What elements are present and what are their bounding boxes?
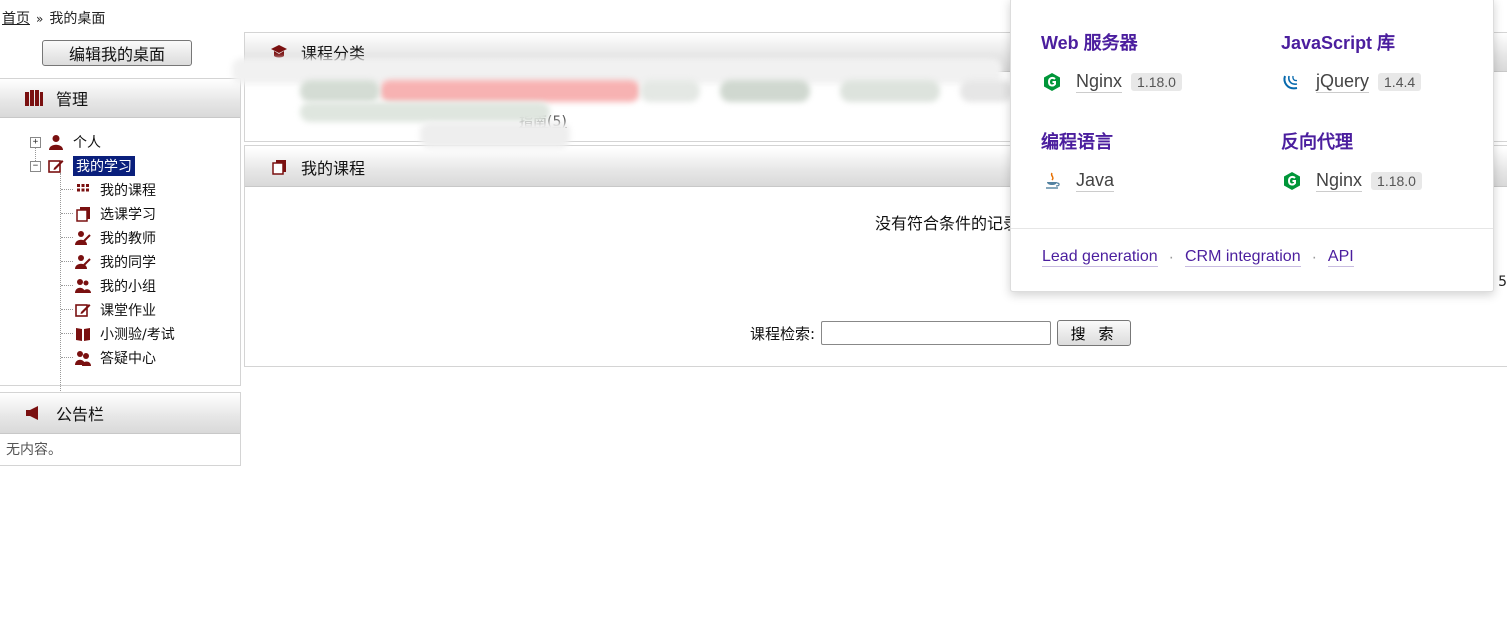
tree-item-label: 我的学习 bbox=[73, 156, 135, 176]
popover-footer-links: Lead generation · CRM integration · API bbox=[1042, 248, 1354, 267]
breadcrumb-current: 我的桌面 bbox=[49, 11, 106, 27]
tree-item-classwork[interactable]: 课堂作业 bbox=[74, 299, 156, 321]
tree-item-my-courses[interactable]: 我的课程 bbox=[74, 179, 156, 201]
collapse-icon[interactable]: − bbox=[30, 160, 41, 172]
notice-empty-text: 无内容。 bbox=[6, 442, 62, 458]
breadcrumb-separator: » bbox=[36, 12, 44, 26]
tech-category-link[interactable]: Web 服务器 bbox=[1041, 33, 1138, 53]
person-icon bbox=[47, 133, 65, 151]
crm-integration-link[interactable]: CRM integration bbox=[1184, 248, 1301, 267]
link-separator: · bbox=[1311, 248, 1317, 266]
breadcrumb-home-link[interactable]: 首页 bbox=[2, 11, 30, 27]
nginx-icon bbox=[1041, 71, 1063, 93]
manage-panel-title: 管理 bbox=[56, 90, 89, 109]
course-search-label: 课程检索: bbox=[750, 324, 816, 343]
course-search-row: 课程检索: 搜 索 bbox=[750, 320, 1132, 346]
tech-name-link[interactable]: jQuery bbox=[1316, 71, 1370, 93]
tech-item[interactable]: Java bbox=[1041, 170, 1261, 192]
tree-item-label: 答疑中心 bbox=[100, 351, 156, 367]
version-badge: 1.18.0 bbox=[1131, 73, 1182, 91]
course-search-input[interactable] bbox=[821, 321, 1052, 345]
books-icon bbox=[74, 205, 92, 223]
books-icon bbox=[24, 89, 44, 107]
tree-item-label: 我的小组 bbox=[100, 279, 156, 295]
tech-item[interactable]: Nginx 1.18.0 bbox=[1281, 170, 1501, 192]
teacher-icon bbox=[74, 229, 92, 247]
tree-item-personal[interactable]: + 个人 bbox=[30, 131, 101, 153]
version-badge: 1.4.4 bbox=[1378, 73, 1422, 91]
grid-icon bbox=[74, 181, 92, 199]
tree-item-label: 选课学习 bbox=[100, 207, 156, 223]
expand-icon[interactable]: + bbox=[30, 136, 41, 148]
jquery-icon bbox=[1281, 71, 1303, 93]
search-button[interactable]: 搜 索 bbox=[1057, 320, 1132, 346]
breadcrumb: 首页 » 我的桌面 bbox=[2, 8, 105, 28]
tree-item-my-study[interactable]: − 我的学习 bbox=[30, 155, 135, 177]
tech-stack-popover: Web 服务器 Nginx 1.18.0 JavaScript 库 jQuery… bbox=[1010, 0, 1494, 292]
edit-icon bbox=[47, 157, 65, 175]
tech-group-language: 编程语言 Java bbox=[1041, 128, 1261, 192]
tech-category-link[interactable]: 编程语言 bbox=[1041, 132, 1113, 152]
notice-panel: 公告栏 无内容。 bbox=[0, 392, 241, 466]
link-separator: · bbox=[1168, 248, 1174, 266]
tree-item-course-selection[interactable]: 选课学习 bbox=[74, 203, 156, 225]
tech-name-link[interactable]: Nginx bbox=[1076, 71, 1123, 93]
tech-group-js-library: JavaScript 库 jQuery 1.4.4 bbox=[1281, 29, 1501, 93]
books-icon bbox=[269, 158, 289, 176]
tree-item-label: 我的同学 bbox=[100, 255, 156, 271]
notice-panel-header: 公告栏 bbox=[0, 393, 240, 434]
course-category-link[interactable]: 指南(5) bbox=[519, 111, 567, 131]
manage-panel-header: 管理 bbox=[0, 79, 240, 118]
classmate-icon bbox=[74, 253, 92, 271]
tech-item[interactable]: jQuery 1.4.4 bbox=[1281, 71, 1501, 93]
tech-category-link[interactable]: 反向代理 bbox=[1281, 132, 1353, 152]
record-count-fragment: 5 bbox=[1498, 274, 1507, 290]
version-badge: 1.18.0 bbox=[1371, 172, 1422, 190]
edit-desktop-button[interactable]: 编辑我的桌面 bbox=[42, 40, 192, 66]
tree-item-my-classmates[interactable]: 我的同学 bbox=[74, 251, 156, 273]
graduation-cap-icon bbox=[269, 43, 289, 61]
course-category-title: 课程分类 bbox=[301, 44, 366, 63]
no-records-message: 没有符合条件的记录 bbox=[875, 214, 1020, 233]
java-icon bbox=[1041, 170, 1063, 192]
popover-divider bbox=[1011, 228, 1493, 229]
tech-item[interactable]: Nginx 1.18.0 bbox=[1041, 71, 1261, 93]
nginx-icon bbox=[1281, 170, 1303, 192]
tree-item-my-teachers[interactable]: 我的教师 bbox=[74, 227, 156, 249]
tech-name-link[interactable]: Nginx bbox=[1316, 170, 1363, 192]
tree-item-label: 小测验/考试 bbox=[100, 327, 175, 343]
tree-item-label: 课堂作业 bbox=[100, 303, 156, 319]
tree-item-label: 我的课程 bbox=[100, 183, 156, 199]
my-courses-title: 我的课程 bbox=[301, 159, 366, 178]
group-icon bbox=[74, 277, 92, 295]
tree-item-quiz-exam[interactable]: 小测验/考试 bbox=[74, 323, 175, 345]
tech-group-web-server: Web 服务器 Nginx 1.18.0 bbox=[1041, 29, 1261, 93]
tree-item-qa-center[interactable]: 答疑中心 bbox=[74, 347, 156, 369]
lead-generation-link[interactable]: Lead generation bbox=[1042, 248, 1158, 267]
tech-group-reverse-proxy: 反向代理 Nginx 1.18.0 bbox=[1281, 128, 1501, 192]
megaphone-icon bbox=[24, 404, 44, 422]
manage-panel: 管理 + 个人 − 我的学习 我的课程 选课学习 我的教师 我的同学 我的小组 … bbox=[0, 78, 241, 407]
tree-item-label: 个人 bbox=[73, 135, 101, 151]
book-open-icon bbox=[74, 325, 92, 343]
api-link[interactable]: API bbox=[1327, 248, 1354, 267]
tech-category-link[interactable]: JavaScript 库 bbox=[1281, 33, 1395, 53]
notice-panel-title: 公告栏 bbox=[56, 405, 105, 424]
edit-icon bbox=[74, 301, 92, 319]
tree-item-label: 我的教师 bbox=[100, 231, 156, 247]
tech-name-link[interactable]: Java bbox=[1076, 170, 1115, 192]
tree-item-my-group[interactable]: 我的小组 bbox=[74, 275, 156, 297]
qa-icon bbox=[74, 349, 92, 367]
